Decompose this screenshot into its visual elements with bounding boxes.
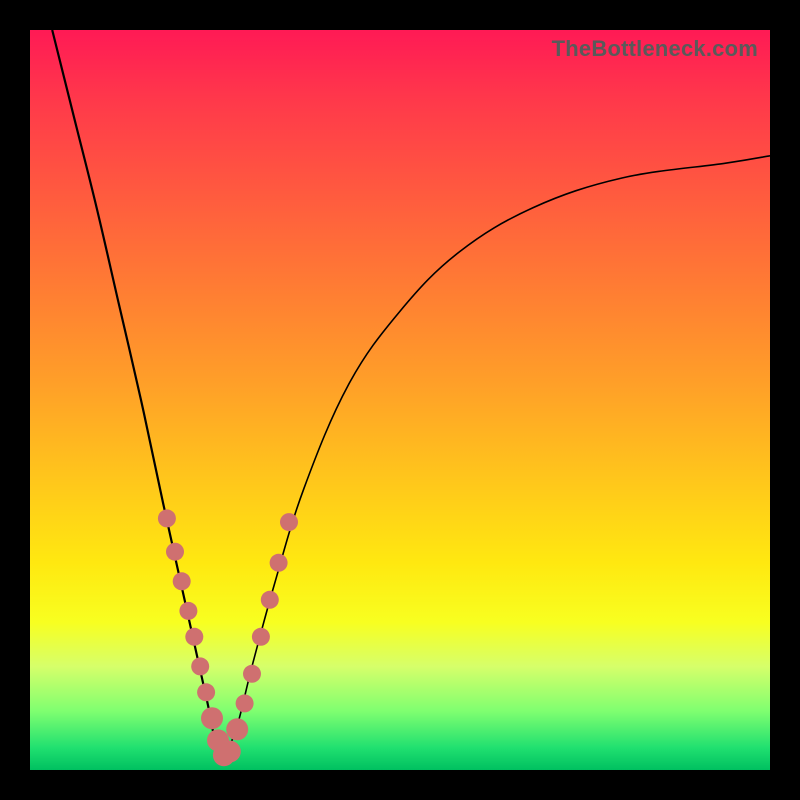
- bead-point: [236, 694, 254, 712]
- watermark-text: TheBottleneck.com: [552, 36, 758, 62]
- bead-point: [226, 718, 248, 740]
- bead-point: [166, 543, 184, 561]
- bead-point: [219, 741, 241, 763]
- plot-frame: TheBottleneck.com: [30, 30, 770, 770]
- bead-point: [197, 683, 215, 701]
- bead-markers: [158, 509, 298, 766]
- bottleneck-chart: [30, 30, 770, 770]
- bead-point: [173, 572, 191, 590]
- bead-point: [201, 707, 223, 729]
- bead-point: [191, 657, 209, 675]
- bead-point: [252, 628, 270, 646]
- bead-point: [158, 509, 176, 527]
- bead-point: [261, 591, 279, 609]
- bead-point: [179, 602, 197, 620]
- bead-point: [185, 628, 203, 646]
- bead-point: [243, 665, 261, 683]
- curve-right-branch: [222, 156, 770, 763]
- bead-point: [280, 513, 298, 531]
- bead-point: [270, 554, 288, 572]
- curve-left-branch: [52, 30, 222, 763]
